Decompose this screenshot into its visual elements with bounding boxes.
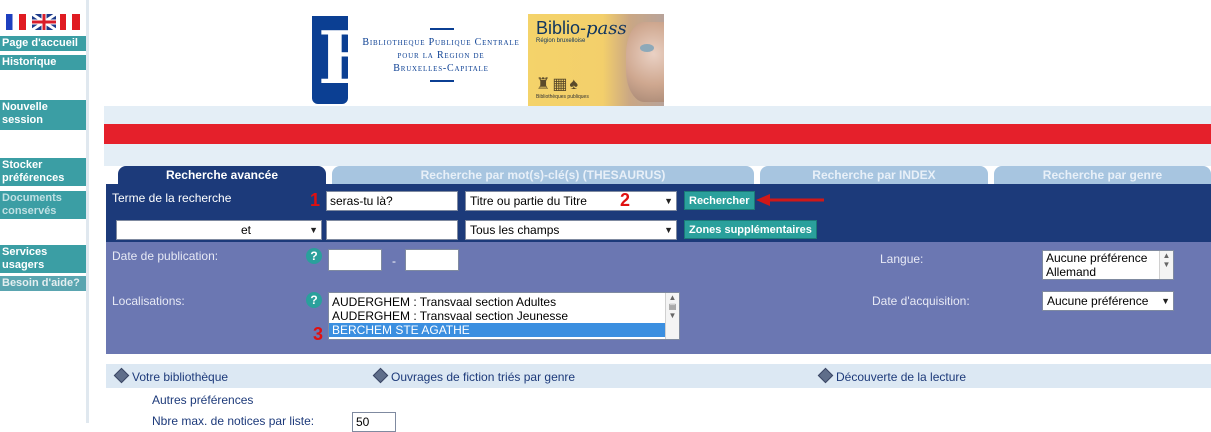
sidebar-item-saved-documents[interactable]: Documents conservés — [0, 191, 86, 219]
sidebar-item-history[interactable]: Historique — [0, 55, 86, 70]
tab-advanced-search[interactable]: Recherche avancée — [118, 166, 326, 184]
library-name-rule-bottom — [430, 80, 454, 82]
other-preferences-heading: Autres préférences — [152, 393, 254, 407]
max-notices-input[interactable]: 50 — [352, 412, 396, 432]
union-jack-icon — [31, 12, 57, 32]
library-name-line-3: Bruxelles-Capitale — [393, 63, 489, 74]
library-partner-icons: ♜▦♠ — [536, 76, 580, 93]
localisations-label: Localisations: — [112, 294, 185, 308]
banner-light-band — [104, 106, 1211, 124]
link-reading-discovery[interactable]: Découverte de la lecture — [836, 370, 966, 384]
flag-it-icon[interactable] — [60, 14, 80, 30]
library-name-line-1: Bibliotheque Publique Centrale — [362, 37, 520, 48]
sidebar-item-store-preferences[interactable]: Stocker préférences — [0, 158, 86, 186]
acquisition-date-select-value: Aucune préférence — [1047, 294, 1149, 308]
search-field-select-1[interactable]: Titre ou partie du Titre ▼ — [465, 191, 677, 211]
flag-fr-icon[interactable] — [6, 14, 26, 30]
sidebar-item-help[interactable]: Besoin d'aide? — [0, 276, 86, 291]
biblio-pass-title: Biblio-pass — [536, 18, 627, 39]
biblio-pass-subtitle: Région bruxelloise — [536, 38, 586, 44]
tab-genre-search[interactable]: Recherche par genre — [994, 166, 1211, 184]
date-range-separator: - — [392, 254, 396, 268]
chevron-down-icon: ▼ — [664, 196, 673, 206]
operator-select[interactable]: et ▼ — [116, 220, 322, 240]
annotation-one: 1 — [310, 190, 321, 210]
help-icon[interactable]: ? — [306, 248, 322, 264]
localisation-option[interactable]: AUDERGHEM : Transvaal section Adultes — [329, 295, 679, 309]
library-name-rule-top — [430, 28, 454, 30]
max-notices-label: Nbre max. de notices par liste: — [152, 414, 315, 428]
tab-thesaurus-search[interactable]: Recherche par mot(s)-clé(s) (THESAURUS) — [332, 166, 754, 184]
banner-red-band — [104, 124, 1211, 144]
language-label: Langue: — [880, 252, 924, 266]
language-option[interactable]: Allemand — [1043, 265, 1173, 279]
annotation-two: 2 — [620, 190, 631, 210]
chevron-down-icon: ▼ — [664, 225, 673, 235]
language-listbox[interactable]: Aucune préférence Allemand ▲ ▼ — [1042, 250, 1174, 280]
arrow-left-icon — [756, 194, 824, 206]
help-icon[interactable]: ? — [306, 292, 322, 308]
search-term-2-input[interactable] — [326, 220, 458, 240]
search-field-select-1-value: Titre ou partie du Titre — [470, 194, 587, 208]
search-term-label: Terme de la recherche — [112, 191, 232, 205]
sidebar: Page d'accueil Historique Nouvelle sessi… — [0, 0, 86, 423]
sidebar-item-home[interactable]: Page d'accueil — [0, 36, 86, 51]
sidebar-item-user-services[interactable]: Services usagers — [0, 245, 86, 273]
localisation-option[interactable]: AUDERGHEM : Transvaal section Jeunesse — [329, 309, 679, 323]
search-term-input[interactable]: seras-tu là? — [326, 191, 458, 211]
search-field-select-2[interactable]: Tous les champs ▼ — [465, 220, 677, 240]
publication-date-from-input[interactable] — [328, 249, 382, 271]
biblio-pass-small-caption: Bibliothèques publiques — [536, 94, 589, 100]
more-zones-button[interactable]: Zones supplémentaires — [684, 220, 817, 239]
listbox-scrollbar[interactable]: ▲ ▼ — [1159, 251, 1173, 279]
localisations-listbox[interactable]: AUDERGHEM : Transvaal section Adultes AU… — [328, 292, 680, 340]
acquisition-date-select[interactable]: Aucune préférence ▼ — [1042, 291, 1174, 311]
language-option[interactable]: Aucune préférence — [1043, 251, 1173, 265]
child-face-image — [626, 22, 664, 102]
flag-en-icon[interactable] — [31, 12, 57, 32]
link-your-library[interactable]: Votre bibliothèque — [132, 370, 228, 384]
acquisition-date-label: Date d'acquisition: — [872, 294, 970, 308]
publication-date-label: Date de publication: — [112, 249, 219, 263]
banner-top-strip — [104, 0, 1211, 10]
tabs-background — [104, 144, 1211, 166]
library-name-line-2: pour la Region de — [397, 50, 485, 61]
chevron-down-icon: ▼ — [1161, 296, 1170, 306]
biblio-pass-banner[interactable]: Biblio-pass Région bruxelloise ♜▦♠ Bibli… — [528, 14, 664, 106]
bottom-links-strip — [106, 364, 1211, 388]
operator-select-value: et — [240, 223, 251, 237]
search-field-select-2-value: Tous les champs — [470, 223, 560, 237]
sidebar-item-new-session[interactable]: Nouvelle session — [0, 100, 86, 130]
localisation-option-selected[interactable]: BERCHEM STE AGATHE — [329, 323, 679, 337]
search-button[interactable]: Rechercher — [684, 191, 755, 210]
chevron-down-icon: ▼ — [309, 225, 318, 235]
child-eye-image — [640, 44, 654, 52]
publication-date-to-input[interactable] — [405, 249, 459, 271]
link-fiction-by-genre[interactable]: Ouvrages de fiction triés par genre — [391, 370, 575, 384]
annotation-three: 3 — [313, 324, 324, 344]
library-name: Bibliotheque Publique Centrale pour la R… — [356, 36, 526, 75]
listbox-scrollbar[interactable]: ▲ ▤ ▼ — [665, 293, 679, 339]
sidebar-divider — [86, 0, 89, 423]
tab-index-search[interactable]: Recherche par INDEX — [760, 166, 988, 184]
